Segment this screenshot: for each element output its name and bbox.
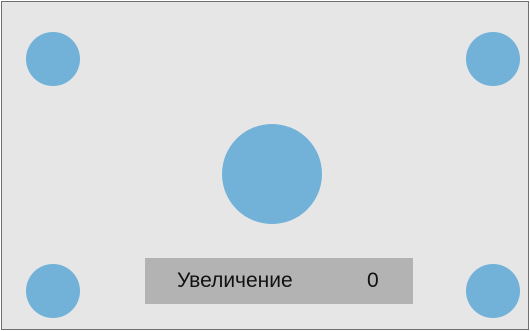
dot-top-right [466, 32, 520, 86]
dot-top-left [26, 32, 80, 86]
zoom-value: 0 [367, 269, 379, 292]
dot-bottom-left [26, 264, 80, 318]
zoom-osd-bar: Увеличение 0 [145, 258, 413, 304]
dot-bottom-right [466, 264, 520, 318]
test-pattern-screen: Увеличение 0 [1, 1, 529, 330]
dot-center [222, 124, 322, 224]
zoom-label: Увеличение [177, 269, 293, 292]
